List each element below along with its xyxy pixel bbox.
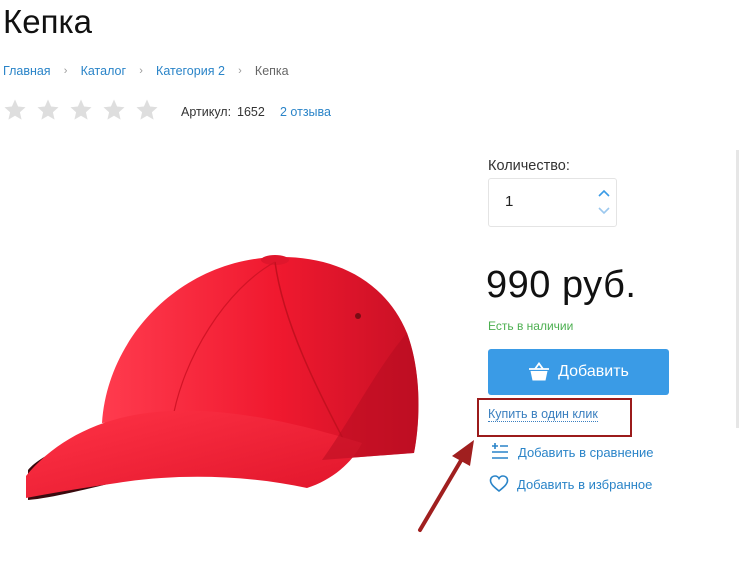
sku-label: Артикул: xyxy=(181,105,232,119)
chevron-right-icon: › xyxy=(238,65,242,77)
add-to-compare-label: Добавить в сравнение xyxy=(518,444,654,460)
sku-value: 1652 xyxy=(237,105,265,119)
product-image[interactable] xyxy=(22,248,432,508)
basket-icon xyxy=(529,362,550,381)
annotation-arrow-icon xyxy=(418,440,474,532)
right-edge-divider xyxy=(736,150,739,428)
add-to-compare-link[interactable]: Добавить в сравнение xyxy=(490,442,654,462)
star-icon[interactable] xyxy=(135,98,159,122)
add-to-cart-label: Добавить xyxy=(558,363,629,380)
breadcrumb: Главная › Каталог › Категория 2 › Кепка xyxy=(3,64,289,78)
heart-icon xyxy=(489,475,509,493)
star-icon[interactable] xyxy=(36,98,60,122)
page-title: Кепка xyxy=(3,3,92,40)
chevron-up-icon[interactable] xyxy=(597,187,611,199)
quantity-value[interactable]: 1 xyxy=(505,193,513,210)
stock-status: Есть в наличии xyxy=(488,319,574,333)
breadcrumb-item-current: Кепка xyxy=(254,64,289,78)
chevron-right-icon: › xyxy=(63,65,68,77)
chevron-down-icon[interactable] xyxy=(597,205,611,217)
quantity-label: Количество: xyxy=(488,158,570,174)
star-icon[interactable] xyxy=(102,98,126,122)
breadcrumb-item-home[interactable]: Главная xyxy=(3,64,51,78)
price: 990 руб. xyxy=(486,264,637,306)
breadcrumb-item-category[interactable]: Категория 2 xyxy=(156,64,225,78)
add-to-favorites-label: Добавить в избранное xyxy=(517,476,653,492)
star-icon[interactable] xyxy=(3,98,27,122)
reviews-link[interactable]: 2 отзыва xyxy=(280,105,331,119)
annotation-highlight-box xyxy=(477,398,632,437)
chevron-right-icon: › xyxy=(139,65,143,77)
breadcrumb-item-catalog[interactable]: Каталог xyxy=(81,64,126,78)
quantity-stepper[interactable]: 1 xyxy=(488,178,617,227)
rating-stars[interactable] xyxy=(3,98,159,122)
compare-icon xyxy=(492,443,508,459)
star-icon[interactable] xyxy=(69,98,93,122)
add-to-cart-button[interactable]: Добавить xyxy=(488,349,669,395)
add-to-favorites-link[interactable]: Добавить в избранное xyxy=(489,474,652,494)
